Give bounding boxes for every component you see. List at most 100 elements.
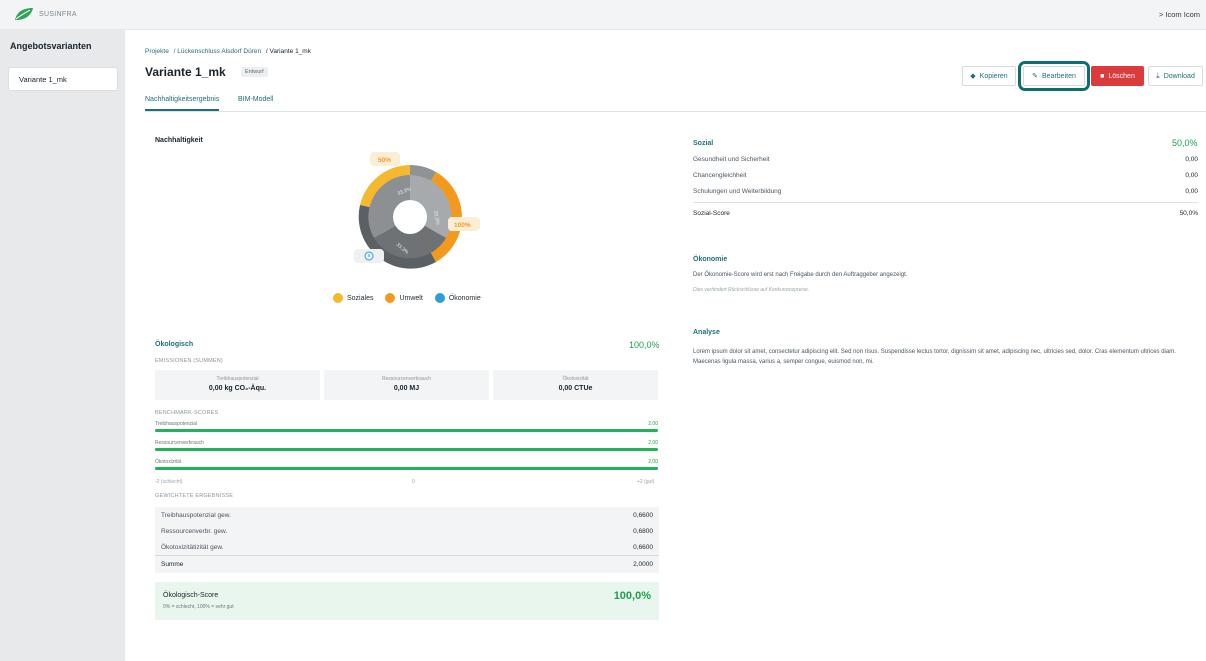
legend-oekonomie: Ökonomie [434,293,481,303]
weighted-sum-label: Summe [161,561,184,568]
benchmark-fill-3 [155,467,658,470]
sidebar-item-variante[interactable]: Variante 1_mk [8,67,118,91]
benchmark-row: Ressourcenverbrauch 2,00 [155,440,658,451]
emission-treibhaus-value: 0,00 kg CO₂-Äqu. [208,385,267,392]
nachhaltigkeit-chart: 33,3% 33,3% 33,3% 50% 100% [340,145,500,270]
page-title: Variante 1_mk [145,65,226,79]
weighted-row: Ökotoxizitätizität gew. 0,6600 [155,539,659,555]
copy-label: Kopieren [979,72,1008,80]
sozial-score: 50,0% [1172,138,1198,148]
status-badge: Entwurf [241,67,268,77]
benchmark-label-1: Treibhauspotenzial [155,421,198,427]
scale-max: +2 (gut) [637,479,655,485]
top-bar: SUSINFRA > Icom Icom [0,0,1206,30]
oekonomie-note: Dies verhindert Rückschlüsse auf Konkurr… [693,287,810,293]
emission-treibhaus: Treibhauspotenzial 0,00 kg CO₂-Äqu. [155,370,320,400]
edit-label: Bearbeiten [1042,72,1076,80]
benchmark-label: BENCHMARK-SCORES [155,410,219,416]
emission-oekotox-label: Ökotoxizität [562,376,589,382]
download-icon: ⤓ [1156,71,1160,80]
delete-label: Löschen [1108,72,1135,80]
benchmark-row: Ökotoxizität 2,00 [155,459,658,470]
oekologisch-score-value: 100,0% [613,590,651,602]
weighted-label-2: Ressourcenverbr. gew. [161,528,228,535]
sozial-row: Chancengleichheit 0,00 [693,172,1198,179]
emissionen-label: EMISSIONEN (SUMMEN) [155,358,223,364]
sozial-row: Gesundheit und Sicherheit 0,00 [693,156,1198,163]
breadcrumb-projekte[interactable]: Projekte [145,48,169,55]
benchmark-label-2: Ressourcenverbrauch [155,440,204,446]
weighted-label-1: Treibhauspotenzial gew. [161,512,231,519]
breadcrumb: Projekte / Lückenschluss Alsdorf Düren /… [145,48,314,55]
scale-mid: 0 [412,479,415,485]
sozial-score-row: Sozial-Score 50,0% [693,210,1198,217]
divider [693,202,1198,203]
oekologisch-score: 100,0% [629,340,660,350]
scale-min: -2 (schlecht) [155,479,183,485]
logo-text: SUSINFRA [39,10,77,18]
copy-button[interactable]: ◆ Kopieren [962,66,1016,86]
download-button[interactable]: ⤓ Download [1148,66,1203,86]
weighted-row: Treibhauspotenzial gew. 0,6600 [155,507,659,523]
sozial-row-label-1: Gesundheit und Sicherheit [693,156,770,163]
legend-label-soziales: Soziales [347,294,374,302]
emission-ressourcen: Ressourcenverbrauch 0,00 MJ [324,370,489,400]
analyse-text: Lorem ipsum dolor sit amet, consectetur … [693,349,1176,365]
legend-dot-oekonomie [434,293,445,303]
benchmark-track-1 [155,429,658,432]
tab-bim-modell[interactable]: BIM-Modell [238,96,273,103]
benchmark-track-3 [155,467,658,470]
edit-button[interactable]: ✎ Bearbeiten [1018,61,1090,91]
download-label: Download [1163,72,1195,80]
weighted-label-3: Ökotoxizitätizität gew. [161,544,224,551]
breadcrumb-project[interactable]: / Lückenschluss Alsdorf Düren [174,48,261,55]
analyse-title: Analyse [693,329,720,336]
user-menu[interactable]: > Icom Icom [1159,10,1200,19]
sozial-row-value-1: 0,00 [1185,156,1198,163]
benchmark-value-2: 2,00 [648,440,658,446]
legend-umwelt: Umwelt [385,293,423,303]
sozial-score-value: 50,0% [1179,210,1198,217]
benchmark-value-1: 2,00 [648,421,658,427]
oekonomie-title: Ökonomie [693,256,728,263]
emission-treibhaus-label: Treibhauspotenzial [216,376,259,382]
callout-umwelt: 100% [454,222,471,229]
weighted-value-1: 0,6600 [633,512,653,519]
callout-soziales: 50% [378,157,391,164]
benchmark-row: Treibhauspotenzial 2,00 [155,421,658,432]
weighted-value-3: 0,6600 [633,544,653,551]
leaf-icon [15,8,33,20]
sozial-row-value-3: 0,00 [1185,188,1198,195]
weighted-sum-row: Summe 2,0000 [155,555,659,573]
legend-dot-soziales [333,293,343,303]
oekologisch-title: Ökologisch [155,341,194,348]
emission-oekotox: Ökotoxizität 0,00 CTUe [493,370,658,400]
weighted-sum-value: 2,0000 [633,561,653,568]
legend-dot-umwelt [385,293,396,303]
legend-soziales: Soziales [333,293,373,303]
trash-icon: ■ [1100,72,1105,80]
benchmark-track-2 [155,448,658,451]
sozial-score-label: Sozial-Score [693,210,730,217]
oekologisch-score-title: Ökologisch-Score [163,592,219,599]
legend-label-umwelt: Umwelt [399,294,423,302]
sozial-title: Sozial [693,140,714,147]
emission-oekotox-value: 0,00 CTUe [558,385,593,392]
benchmark-value-3: 2,00 [648,459,658,465]
edit-icon: ✎ [1032,73,1038,80]
nachhaltigkeit-title: Nachhaltigkeit [155,137,203,144]
gewichtet-label: GEWICHTETE ERGEBNISSE [155,493,234,499]
weighted-value-2: 0,6800 [633,528,653,535]
oekonomie-text: Der Ökonomie-Score wird erst nach Freiga… [693,272,908,278]
sozial-row: Schulungen und Weiterbildung 0,00 [693,188,1198,195]
chart-legend: Soziales Umwelt Ökonomie [333,293,481,303]
tab-nachhaltigkeitsergebnis[interactable]: Nachhaltigkeitsergebnis [145,96,220,111]
delete-button[interactable]: ■ Löschen [1091,66,1144,86]
benchmark-fill-2 [155,448,658,451]
breadcrumb-current: / Variante 1_mk [265,48,311,55]
copy-icon: ◆ [970,73,976,80]
logo[interactable]: SUSINFRA [14,7,77,21]
oekologisch-score-sub: 0% = schlecht, 100% = sehr gut [163,604,234,610]
sozial-row-label-3: Schulungen und Weiterbildung [693,188,782,195]
sozial-row-value-2: 0,00 [1185,172,1198,179]
